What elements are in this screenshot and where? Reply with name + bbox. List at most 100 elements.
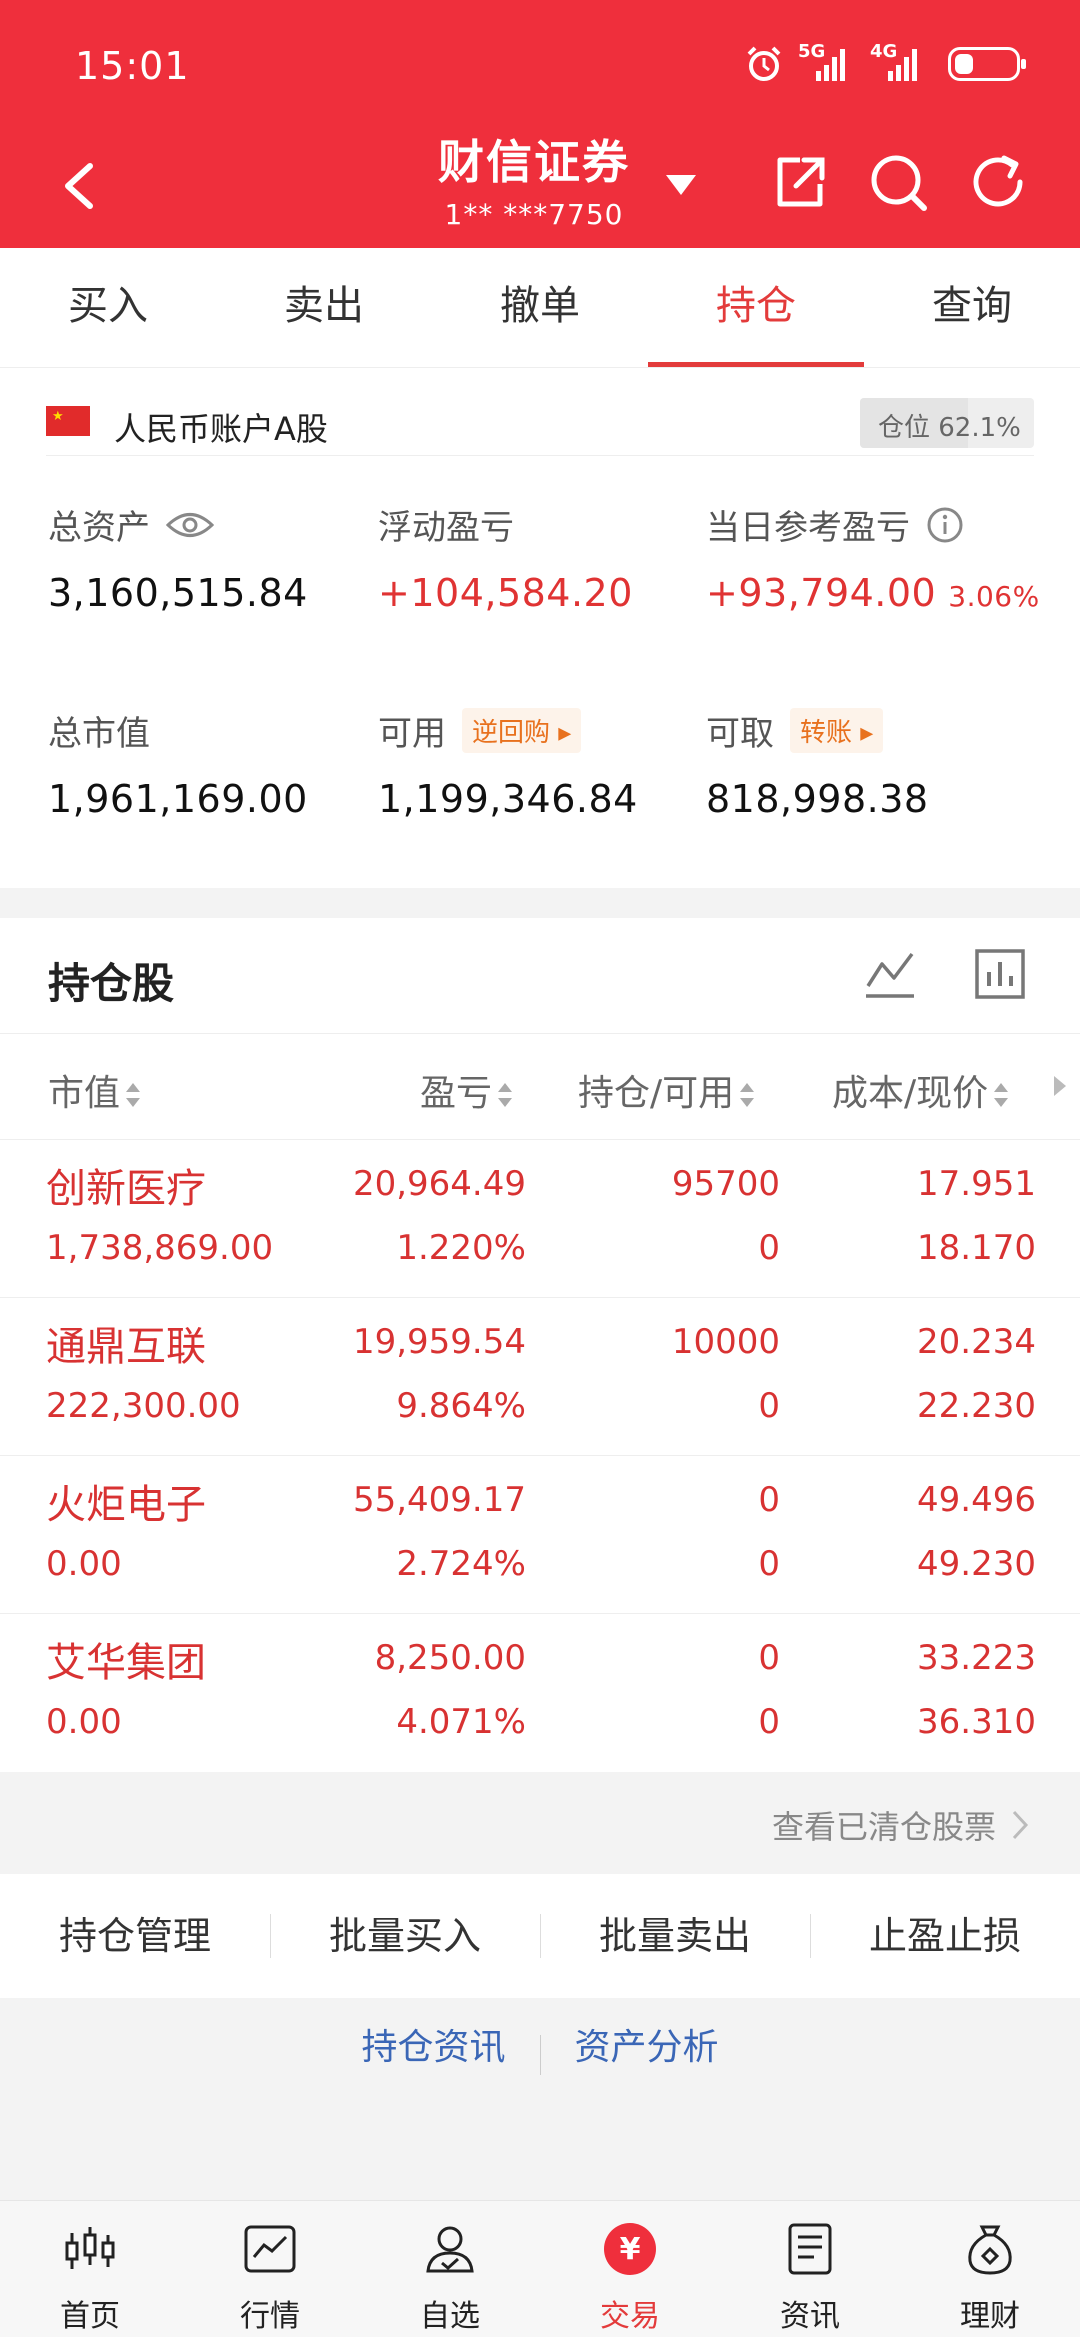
col-market-value-label: 市值	[48, 1073, 121, 1114]
position-actions: 持仓管理 批量买入 批量卖出 止盈止损	[0, 1874, 1080, 1998]
account-number: 1** ***7750	[444, 198, 624, 231]
stock-available: 0	[758, 1386, 780, 1426]
signal-4g-icon: 4G	[870, 41, 928, 81]
nav-bar: 财信证券 1** ***7750	[0, 120, 1080, 248]
stock-pl-pct: 4.071%	[396, 1702, 526, 1742]
nav-watchlist[interactable]: 自选	[360, 2201, 540, 2337]
batch-sell-button[interactable]: 批量卖出	[540, 1874, 810, 1998]
reverse-repo-button[interactable]: 逆回购 ▸	[462, 708, 582, 753]
table-row[interactable]: 通鼎互联 222,300.00 19,959.54 9.864% 10000 0…	[0, 1298, 1080, 1456]
stock-name: 艾华集团	[46, 1640, 206, 1686]
refresh-icon[interactable]	[966, 150, 1030, 214]
nav-trade-label: 交易	[600, 2299, 660, 2334]
user-check-icon	[426, 2226, 474, 2273]
cleared-stocks-link[interactable]: 查看已清仓股票	[0, 1776, 1080, 1874]
nav-trade[interactable]: ¥ 交易	[540, 2201, 720, 2337]
status-bar: 15:01 5G 4G	[0, 0, 1080, 130]
svg-text:¥: ¥	[620, 2232, 641, 2267]
stock-qty: 0	[758, 1638, 780, 1678]
market-value-value: 1,961,169.00	[48, 777, 308, 821]
nav-market-label: 行情	[240, 2299, 300, 2334]
total-assets-value: 3,160,515.84	[48, 571, 308, 615]
signal-5g-label: 5G	[798, 41, 826, 62]
tab-buy[interactable]: 买入	[0, 248, 216, 367]
float-pl-label: 浮动盈亏	[378, 508, 514, 548]
col-profit-loss-label: 盈亏	[420, 1073, 493, 1114]
bottom-nav: 首页 行情 自选 ¥ 交易 资讯 理财	[0, 2200, 1080, 2337]
nav-wealth-label: 理财	[960, 2299, 1020, 2334]
dropdown-caret-icon[interactable]	[664, 172, 698, 198]
holdings-column-header: 市值 盈亏 持仓/可用 成本/现价	[0, 1034, 1080, 1140]
day-pl-label: 当日参考盈亏	[706, 508, 910, 548]
line-chart-icon[interactable]	[862, 946, 918, 1002]
account-row: ★ 人民币账户A股 仓位 62.1%	[46, 396, 1034, 456]
tab-query[interactable]: 查询	[864, 248, 1080, 367]
col-position-available[interactable]: 持仓/可用	[578, 1064, 756, 1116]
account-name: 人民币账户A股	[114, 410, 328, 448]
batch-buy-button[interactable]: 批量买入	[270, 1874, 540, 1998]
stock-price: 49.230	[917, 1544, 1036, 1584]
col-market-value[interactable]: 市值	[48, 1064, 142, 1116]
stock-cost: 33.223	[917, 1638, 1036, 1678]
float-pl: 浮动盈亏 +104,584.20	[378, 500, 633, 615]
sort-icon	[994, 1083, 1009, 1107]
stock-pl: 20,964.49	[352, 1164, 526, 1204]
account-summary-card: ★ 人民币账户A股 仓位 62.1% 总资产 3,160,515.84 浮动盈亏…	[0, 368, 1080, 888]
nav-news-label: 资讯	[780, 2299, 840, 2334]
stock-available: 0	[758, 1228, 780, 1268]
table-row[interactable]: 艾华集团 0.00 8,250.00 4.071% 0 0 33.223 36.…	[0, 1614, 1080, 1772]
tab-cancel[interactable]: 撤单	[432, 248, 648, 367]
withdrawable-funds: 可取 转账 ▸ 818,998.38	[706, 706, 929, 821]
broker-selector[interactable]: 财信证券 1** ***7750	[438, 126, 630, 231]
bar-chart-icon[interactable]	[972, 946, 1028, 1002]
nav-wealth[interactable]: 理财	[900, 2201, 1080, 2337]
tab-positions[interactable]: 持仓	[648, 248, 864, 367]
battery-icon	[948, 47, 1026, 81]
position-news-link[interactable]: 持仓资讯	[361, 2027, 505, 2068]
back-icon[interactable]	[52, 156, 112, 216]
reverse-repo-label: 逆回购	[472, 718, 551, 748]
info-icon[interactable]	[926, 506, 964, 544]
status-time: 15:01	[75, 44, 190, 88]
transfer-label: 转账	[800, 718, 853, 748]
stock-pl: 55,409.17	[352, 1480, 526, 1520]
nav-market[interactable]: 行情	[180, 2201, 360, 2337]
withdrawable-label: 可取	[706, 714, 774, 754]
nav-watchlist-label: 自选	[420, 2299, 480, 2334]
market-value: 总市值 1,961,169.00	[48, 706, 308, 821]
col-profit-loss[interactable]: 盈亏	[420, 1064, 514, 1116]
day-pl: 当日参考盈亏 +93,794.00 3.06%	[706, 500, 1040, 615]
stock-pl-pct: 1.220%	[396, 1228, 526, 1268]
available-funds: 可用 逆回购 ▸ 1,199,346.84	[378, 706, 638, 821]
tab-sell[interactable]: 卖出	[216, 248, 432, 367]
document-icon	[788, 2223, 832, 2275]
stock-cost: 17.951	[917, 1164, 1036, 1204]
stock-market-value: 1,738,869.00	[46, 1228, 274, 1268]
asset-analysis-link[interactable]: 资产分析	[575, 2027, 719, 2068]
total-assets: 总资产 3,160,515.84	[48, 500, 308, 615]
eye-icon[interactable]	[166, 510, 214, 540]
stop-profit-loss-button[interactable]: 止盈止损	[810, 1874, 1080, 1998]
col-cost-price[interactable]: 成本/现价	[832, 1064, 1010, 1116]
transfer-button[interactable]: 转账 ▸	[790, 708, 884, 753]
table-row[interactable]: 火炬电子 0.00 55,409.17 2.724% 0 0 49.496 49…	[0, 1456, 1080, 1614]
share-icon[interactable]	[768, 150, 832, 214]
sort-icon	[740, 1083, 755, 1107]
stock-available: 0	[758, 1544, 780, 1584]
signal-4g-label: 4G	[870, 41, 898, 62]
day-pl-value: +93,794.00	[706, 571, 937, 615]
stock-cost: 49.496	[917, 1480, 1036, 1520]
search-icon[interactable]	[866, 150, 930, 214]
stock-name: 通鼎互联	[46, 1324, 206, 1370]
stock-pl: 19,959.54	[352, 1322, 526, 1362]
table-row[interactable]: 创新医疗 1,738,869.00 20,964.49 1.220% 95700…	[0, 1140, 1080, 1298]
holdings-list: 创新医疗 1,738,869.00 20,964.49 1.220% 95700…	[0, 1140, 1080, 1772]
nav-home[interactable]: 首页	[0, 2201, 180, 2337]
stock-market-value: 222,300.00	[46, 1386, 241, 1426]
yen-icon: ¥	[604, 2223, 656, 2275]
chevron-right-icon[interactable]	[1052, 1074, 1068, 1098]
total-assets-label: 总资产	[48, 508, 150, 548]
nav-home-label: 首页	[60, 2299, 120, 2334]
position-manage-button[interactable]: 持仓管理	[0, 1874, 270, 1998]
nav-news[interactable]: 资讯	[720, 2201, 900, 2337]
